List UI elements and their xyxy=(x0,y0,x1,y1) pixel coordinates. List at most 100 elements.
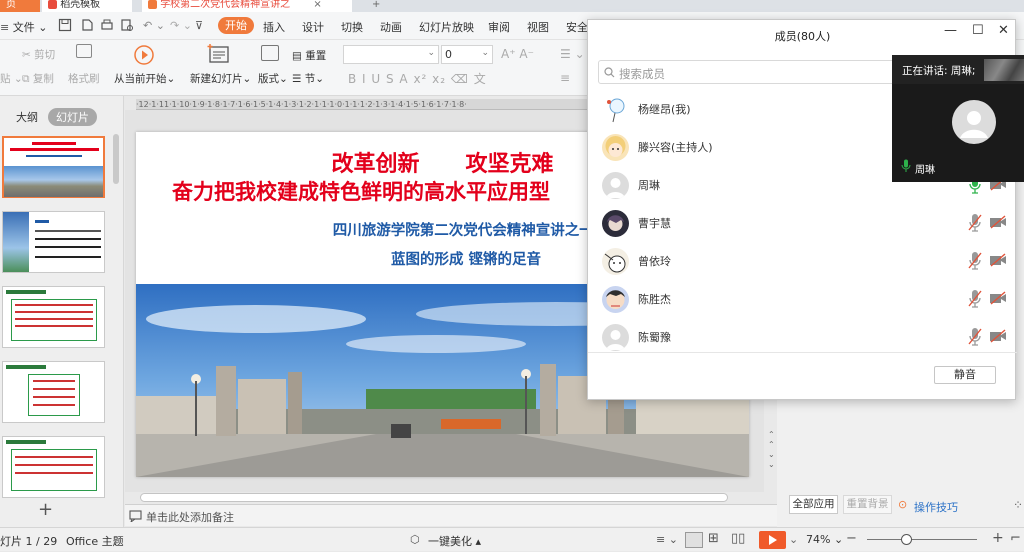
canvas-horizontal-scrollbar[interactable] xyxy=(125,492,777,504)
members-footer-divider xyxy=(588,352,1017,353)
slide-thumbnail-2[interactable] xyxy=(2,211,105,273)
tab-slides[interactable]: 幻灯片 xyxy=(48,108,97,126)
zoom-slider-handle[interactable] xyxy=(901,534,912,545)
output-pdf-icon[interactable] xyxy=(80,18,94,32)
slide-thumbnail-3[interactable] xyxy=(2,286,105,348)
font-name-select[interactable]: ⌄ xyxy=(343,45,439,64)
member-search-input[interactable]: 搜索成员 xyxy=(598,60,898,84)
notes-toggle-icon[interactable]: ≡ ⌄ xyxy=(656,533,678,546)
reset-button[interactable]: ▤ 重置 xyxy=(292,48,326,63)
from-current-button[interactable]: 从当前开始⌄ xyxy=(114,71,175,86)
member-row[interactable]: 陈蜀豫 xyxy=(588,318,1017,352)
cut-button[interactable]: ✂ 剪切 xyxy=(22,47,55,62)
reset-background-button[interactable]: 重置背景 xyxy=(843,495,892,514)
add-slide-button[interactable]: + xyxy=(38,499,53,520)
font-style-buttons[interactable]: B I U S A x² x₂ ⌫ 文 xyxy=(348,70,487,87)
play-slideshow-button[interactable] xyxy=(759,531,786,549)
slide-sorter-icon[interactable]: ⊞ xyxy=(708,531,719,546)
speaker-video-card[interactable]: 正在讲话: 周琳; 周琳 xyxy=(892,55,1024,182)
layout-button[interactable]: 版式⌄ xyxy=(258,71,288,86)
print-preview-icon[interactable] xyxy=(120,18,134,32)
normal-view-icon[interactable] xyxy=(685,532,703,548)
search-placeholder: 搜索成员 xyxy=(619,67,665,81)
member-name: 陈胜杰 xyxy=(638,293,671,306)
mic-muted-icon[interactable] xyxy=(968,289,982,309)
cut-label: 剪切 xyxy=(34,49,56,61)
thumb4-logo xyxy=(6,365,46,369)
menu-animation[interactable]: 动画 xyxy=(380,19,402,35)
camera-off-icon[interactable] xyxy=(989,291,1007,305)
slideshow-dropdown-icon[interactable]: ⌄ xyxy=(789,533,798,546)
slide-thumbnail-4[interactable] xyxy=(2,361,105,423)
menu-design[interactable]: 设计 xyxy=(302,19,324,35)
section-button[interactable]: ☰ 节⌄ xyxy=(292,71,324,86)
undo-icon[interactable]: ↶ ⌄ xyxy=(143,19,165,32)
tab-home[interactable]: 页 xyxy=(0,0,40,12)
new-slide-button[interactable]: 新建幻灯片⌄ xyxy=(190,71,251,86)
member-row[interactable]: 曾依玲 xyxy=(588,242,1017,280)
menu-start[interactable]: 开始 xyxy=(218,17,254,34)
font-grow-shrink-icon[interactable]: A⁺ A⁻ xyxy=(501,47,534,61)
tab-document[interactable]: 学校第二次党代会精神宣讲之 × xyxy=(142,0,352,12)
tab-close-icon[interactable]: × xyxy=(313,0,321,10)
mic-muted-icon[interactable] xyxy=(968,251,982,271)
maximize-icon[interactable]: ☐ xyxy=(972,23,984,38)
redo-icon[interactable]: ↷ ⌄ xyxy=(170,19,192,32)
new-tab-icon[interactable]: + xyxy=(366,0,386,12)
sidebar-scrollbar[interactable] xyxy=(113,134,119,184)
menu-slideshow[interactable]: 幻灯片放映 xyxy=(419,19,474,35)
menu-view[interactable]: 视图 xyxy=(527,19,549,35)
slide-thumbnail-1[interactable] xyxy=(2,136,105,198)
notes-bar[interactable]: 单击此处添加备注 xyxy=(125,504,777,526)
member-avatar xyxy=(602,286,629,313)
mute-all-button[interactable]: 静音 xyxy=(934,366,996,384)
close-icon[interactable]: ✕ xyxy=(998,23,1009,38)
tab-outline[interactable]: 大纲 xyxy=(8,108,46,126)
tips-link[interactable]: 操作技巧 xyxy=(914,499,958,515)
quick-access-more-icon[interactable]: ⊽ xyxy=(195,19,203,32)
camera-off-icon[interactable] xyxy=(989,215,1007,229)
print-icon[interactable] xyxy=(100,18,114,32)
menu-file-label: 文件 xyxy=(12,21,35,34)
save-icon[interactable] xyxy=(58,18,72,32)
menu-review[interactable]: 审阅 xyxy=(488,19,510,35)
zoom-out-icon[interactable]: − xyxy=(846,531,857,546)
member-avatar xyxy=(602,324,629,351)
window-tab-strip: 页 稻壳模板 学校第二次党代会精神宣讲之 × + xyxy=(0,0,1024,12)
mic-muted-icon[interactable] xyxy=(968,213,982,233)
zoom-in-icon[interactable]: + xyxy=(992,530,1004,546)
member-row[interactable]: 陈胜杰 xyxy=(588,280,1017,318)
fit-window-icon[interactable]: ⌐ xyxy=(1010,531,1021,546)
zoom-value[interactable]: 74% ⌄ xyxy=(806,533,843,546)
minimize-icon[interactable]: — xyxy=(944,23,957,38)
align-icon[interactable]: ≡ xyxy=(560,71,570,85)
paste-button[interactable]: 贴 ⌄ xyxy=(0,71,23,86)
mic-muted-icon[interactable] xyxy=(968,327,982,347)
tab-docer[interactable]: 稻壳模板 xyxy=(42,0,132,12)
reading-view-icon[interactable]: ▯▯ xyxy=(731,531,745,546)
menu-insert[interactable]: 插入 xyxy=(263,19,285,35)
beautify-label: 一键美化 xyxy=(428,535,472,548)
page-nav-arrows[interactable]: ⌃ ⌃ ⌄ ⌄ xyxy=(768,430,775,470)
apply-all-button[interactable]: 全部应用 xyxy=(789,495,838,514)
menu-transition[interactable]: 切换 xyxy=(341,19,363,35)
font-size-select[interactable]: 0 ⌄ xyxy=(441,45,493,64)
slide-thumbnail-5[interactable] xyxy=(2,436,105,498)
member-row[interactable]: 曹宇慧 xyxy=(588,204,1017,242)
thumb5-logo xyxy=(6,440,46,444)
slide-title-line2[interactable]: 奋力把我校建成特色鲜明的高水平应用型 xyxy=(172,176,550,206)
bullet-list-icon[interactable]: ☰ ⌄ xyxy=(560,47,585,61)
more-grid-icon[interactable]: ⁘ xyxy=(1013,498,1023,512)
zoom-slider[interactable] xyxy=(867,539,977,540)
menu-security[interactable]: 安全 xyxy=(566,19,588,35)
tab-docer-label: 稻壳模板 xyxy=(60,0,101,10)
menu-file[interactable]: ≡ 文件 ⌄ xyxy=(0,19,47,35)
format-painter-button[interactable]: 格式刷 xyxy=(68,71,100,86)
beautify-button[interactable]: 一键美化 ▴ xyxy=(428,533,481,549)
camera-off-icon[interactable] xyxy=(989,329,1007,343)
notes-placeholder[interactable]: 单击此处添加备注 xyxy=(146,509,234,525)
hscroll-thumb[interactable] xyxy=(140,493,728,502)
camera-off-icon[interactable] xyxy=(989,253,1007,267)
theme-name[interactable]: Office 主题 xyxy=(66,533,124,549)
copy-button[interactable]: ⧉ 复制 xyxy=(22,71,54,86)
